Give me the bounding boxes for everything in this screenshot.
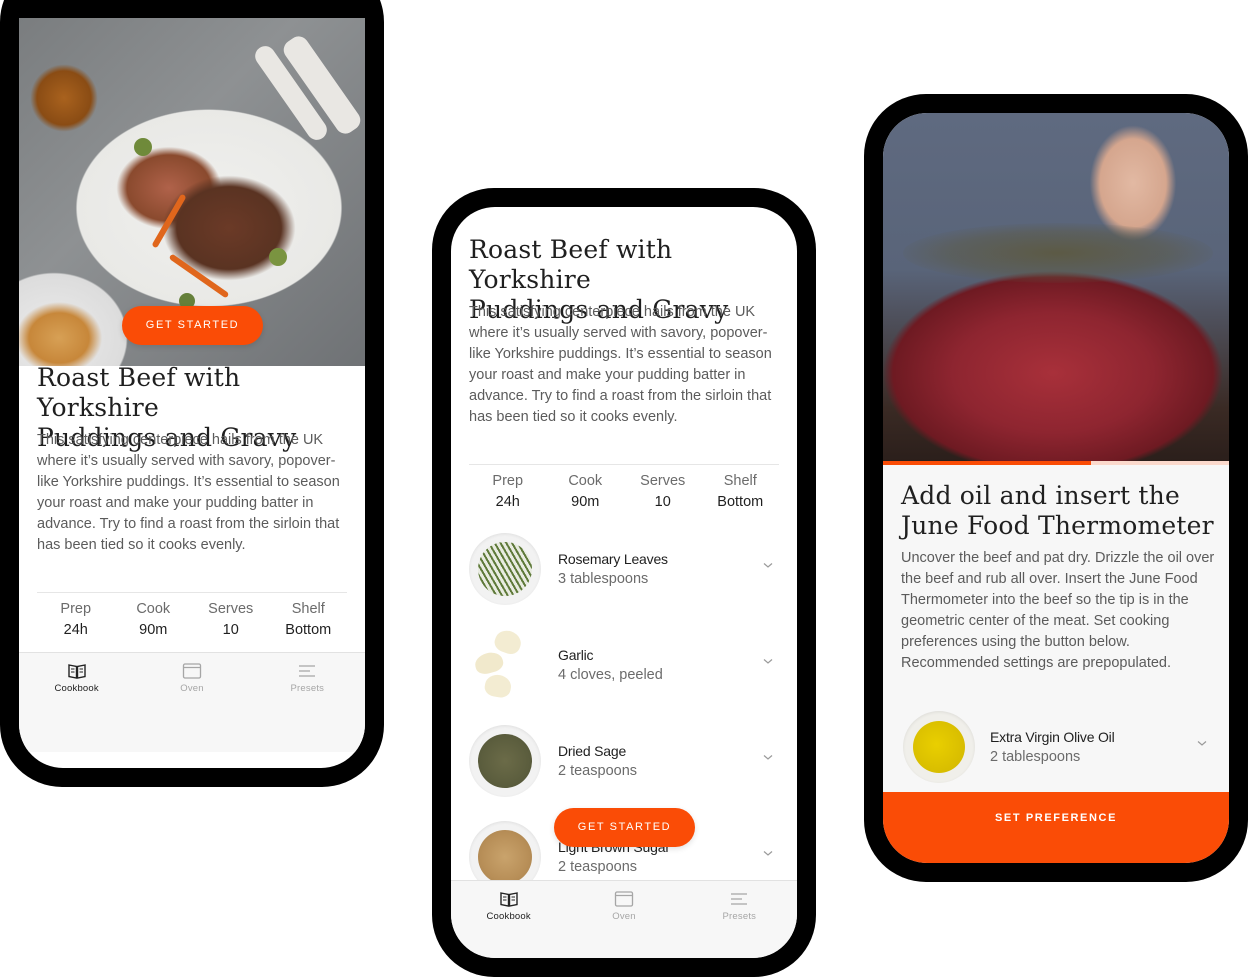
tab-label: Presets xyxy=(290,683,325,694)
screen: GET STARTED Roast Beef with Yorkshire Pu… xyxy=(19,18,365,768)
stat-label: Shelf xyxy=(723,473,757,489)
phone-cooking-step: Add oil and insert the June Food Thermom… xyxy=(864,94,1248,882)
recipe-stats: Prep 24h Cook 90m Serves 10 Shelf Bottom xyxy=(469,464,779,513)
tab-presets[interactable]: Presets xyxy=(250,653,365,752)
stat-serves: Serves 10 xyxy=(624,465,702,513)
step-title: Add oil and insert the June Food Thermom… xyxy=(901,481,1221,541)
stat-label: Prep xyxy=(60,601,92,617)
stat-value: 10 xyxy=(222,622,239,638)
chevron-down-icon[interactable] xyxy=(762,847,774,859)
stat-label: Shelf xyxy=(291,601,325,617)
chevron-down-icon[interactable] xyxy=(1196,737,1208,749)
step-progress-fill xyxy=(883,461,1091,465)
ingredient-quantity: 2 teaspoons xyxy=(558,859,638,875)
book-icon xyxy=(67,664,86,679)
carrot-image xyxy=(151,193,187,249)
stat-label: Cook xyxy=(136,601,171,617)
stat-value: Bottom xyxy=(285,622,332,638)
stat-value: 90m xyxy=(571,494,600,510)
ingredient-name: Extra Virgin Olive Oil xyxy=(990,729,1115,745)
recipe-title-line-1: Roast Beef with Yorkshire xyxy=(469,235,673,294)
stat-value: 90m xyxy=(139,622,168,638)
ingredient-name: Dried Sage xyxy=(558,743,627,759)
carrot-image xyxy=(168,253,230,299)
sprout-image xyxy=(134,138,152,156)
stat-shelf: Shelf Bottom xyxy=(702,465,780,513)
stat-value: Bottom xyxy=(717,494,764,510)
ingredient-row[interactable]: Garlic 4 cloves, peeled xyxy=(451,627,797,725)
stat-label: Prep xyxy=(492,473,524,489)
chevron-down-icon[interactable] xyxy=(762,751,774,763)
oven-icon xyxy=(614,891,634,907)
tab-label: Cookbook xyxy=(486,911,531,922)
ingredient-row[interactable]: Dried Sage 2 teaspoons xyxy=(451,725,797,821)
tab-cookbook[interactable]: Cookbook xyxy=(451,881,566,958)
step-progress-bar xyxy=(883,461,1229,465)
stat-shelf: Shelf Bottom xyxy=(270,593,348,641)
phone-recipe-ingredients: Roast Beef with Yorkshire Puddings and G… xyxy=(432,188,816,977)
stat-value: 10 xyxy=(654,494,671,510)
chevron-down-icon[interactable] xyxy=(762,559,774,571)
step-hero-photo xyxy=(883,113,1229,461)
stat-serves: Serves 10 xyxy=(192,593,270,641)
recipe-description: This satisfying centerpiece hails from t… xyxy=(37,432,340,553)
screen: Add oil and insert the June Food Thermom… xyxy=(883,113,1229,863)
tab-label: Cookbook xyxy=(54,683,99,694)
phone-recipe-overview: GET STARTED Roast Beef with Yorkshire Pu… xyxy=(0,0,384,787)
rosemary-icon xyxy=(469,533,541,605)
ingredient-row[interactable]: Rosemary Leaves 3 tablespoons xyxy=(451,533,797,629)
ingredient-quantity: 2 teaspoons xyxy=(558,763,638,779)
book-icon xyxy=(499,892,518,907)
step-description: Uncover the beef and pat dry. Drizzle th… xyxy=(901,550,1215,671)
get-started-button[interactable]: GET STARTED xyxy=(554,808,695,847)
stat-value: 24h xyxy=(495,494,520,510)
menu-lines-icon xyxy=(731,893,748,905)
ingredient-name: Rosemary Leaves xyxy=(558,551,668,567)
oven-icon xyxy=(182,663,202,679)
menu-lines-icon xyxy=(299,665,316,677)
set-preference-button[interactable]: SET PREFERENCE xyxy=(883,792,1229,863)
ingredient-quantity: 2 tablespoons xyxy=(990,749,1081,765)
step-title-line-1: Add oil and insert the xyxy=(901,481,1180,510)
olive-oil-icon xyxy=(903,711,975,783)
chevron-down-icon[interactable] xyxy=(762,655,774,667)
ingredient-name: Garlic xyxy=(558,647,594,663)
stat-label: Serves xyxy=(640,473,686,489)
tab-bar: Cookbook Oven Presets xyxy=(451,880,797,958)
tab-label: Oven xyxy=(612,911,636,922)
recipe-stats: Prep 24h Cook 90m Serves 10 Shelf Bottom xyxy=(37,592,347,641)
garlic-icon xyxy=(469,627,541,701)
get-started-button[interactable]: GET STARTED xyxy=(122,306,263,345)
screen: Roast Beef with Yorkshire Puddings and G… xyxy=(451,207,797,958)
step-title-line-2: June Food Thermometer xyxy=(901,511,1214,540)
stat-cook: Cook 90m xyxy=(115,593,193,641)
ingredient-quantity: 4 cloves, peeled xyxy=(558,667,663,683)
stat-prep: Prep 24h xyxy=(37,593,115,641)
recipe-title-line-1: Roast Beef with Yorkshire xyxy=(37,363,241,422)
stat-cook: Cook 90m xyxy=(547,465,625,513)
herb-crust-image xyxy=(903,223,1213,283)
tab-bar: Cookbook Oven Presets xyxy=(19,652,365,752)
tab-oven[interactable]: Oven xyxy=(566,881,681,958)
tab-oven[interactable]: Oven xyxy=(134,653,249,752)
tab-label: Oven xyxy=(180,683,204,694)
stat-label: Cook xyxy=(568,473,603,489)
tab-cookbook[interactable]: Cookbook xyxy=(19,653,134,752)
stat-label: Serves xyxy=(208,601,254,617)
stat-prep: Prep 24h xyxy=(469,465,547,513)
stat-value: 24h xyxy=(63,622,88,638)
sprout-image xyxy=(269,248,287,266)
tab-label: Presets xyxy=(722,911,757,922)
tab-presets[interactable]: Presets xyxy=(682,881,797,958)
ingredient-quantity: 3 tablespoons xyxy=(558,571,649,587)
recipe-description: This satisfying centerpiece hails from t… xyxy=(469,304,772,425)
sage-icon xyxy=(469,725,541,797)
